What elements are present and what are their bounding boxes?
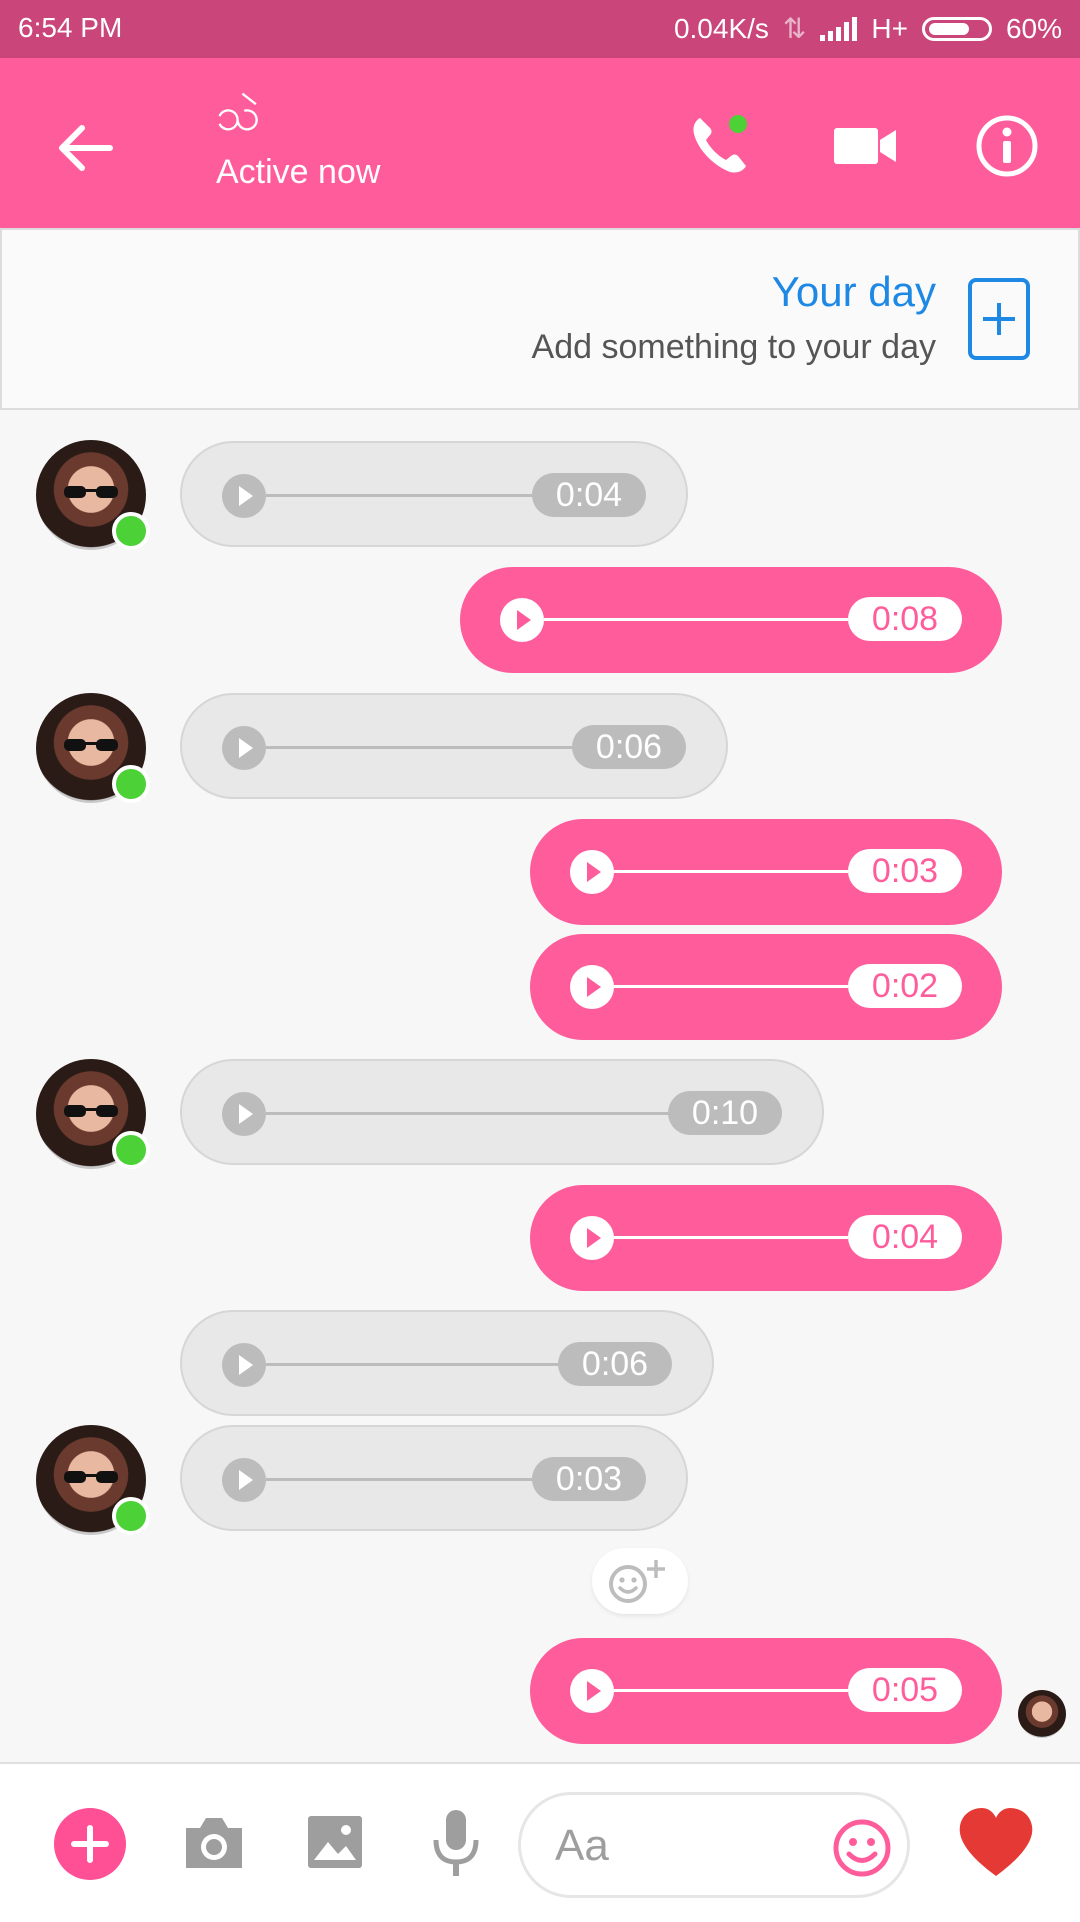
voice-message[interactable]: 0:05 <box>530 1638 1002 1744</box>
play-icon[interactable] <box>222 726 266 770</box>
data-arrows-icon: ⇅ <box>782 13 807 44</box>
online-indicator <box>112 765 150 803</box>
voice-message[interactable]: 0:04 <box>530 1185 1002 1291</box>
conversation-header: သဲ Active now <box>0 58 1080 228</box>
voice-duration: 0:06 <box>558 1342 672 1386</box>
audio-progress-track[interactable] <box>266 746 576 749</box>
audio-progress-track[interactable] <box>266 494 536 497</box>
emoji-icon[interactable] <box>831 1817 893 1879</box>
play-icon[interactable] <box>222 1343 266 1387</box>
audio-progress-track[interactable] <box>266 1363 562 1366</box>
info-icon[interactable] <box>974 113 1040 179</box>
audio-progress-track[interactable] <box>614 870 848 873</box>
status-time: 6:54 PM <box>18 12 123 43</box>
heart-icon[interactable] <box>956 1806 1036 1880</box>
more-actions-button[interactable] <box>54 1808 126 1880</box>
composer-bar: Aa <box>0 1762 1080 1922</box>
battery-level: 60% <box>1005 12 1062 44</box>
video-camera-icon[interactable] <box>832 116 898 176</box>
image-icon[interactable] <box>306 1812 364 1872</box>
voice-message[interactable]: 0:02 <box>530 934 1002 1040</box>
voice-duration: 0:04 <box>848 1215 962 1259</box>
voice-duration: 0:03 <box>848 849 962 893</box>
sunglasses-graphic <box>64 1105 118 1117</box>
voice-message[interactable]: 0:06 <box>180 1310 714 1416</box>
contact-avatar[interactable] <box>36 1425 150 1535</box>
voice-message[interactable]: 0:06 <box>180 693 728 799</box>
online-indicator <box>112 1131 150 1169</box>
voice-duration: 0:10 <box>668 1091 782 1135</box>
voice-duration: 0:08 <box>848 597 962 641</box>
play-icon[interactable] <box>222 474 266 518</box>
play-icon[interactable] <box>222 1092 266 1136</box>
voice-duration: 0:06 <box>572 725 686 769</box>
voice-duration: 0:02 <box>848 964 962 1008</box>
your-day-banner[interactable]: Your day Add something to your day <box>0 228 1080 410</box>
add-reaction-button[interactable] <box>592 1548 688 1614</box>
your-day-title[interactable]: Your day <box>772 268 936 316</box>
signal-icon <box>820 16 858 41</box>
voice-message[interactable]: 0:04 <box>180 441 688 547</box>
phone-icon[interactable] <box>686 110 756 180</box>
plus-icon <box>983 303 1015 335</box>
voice-message[interactable]: 0:08 <box>460 567 1002 673</box>
audio-progress-track[interactable] <box>614 1236 848 1239</box>
online-indicator <box>112 1497 150 1535</box>
plus-icon <box>71 1825 109 1863</box>
play-icon[interactable] <box>570 1669 614 1713</box>
microphone-icon[interactable] <box>430 1808 482 1880</box>
audio-progress-track[interactable] <box>266 1478 536 1481</box>
camera-icon[interactable] <box>182 1812 246 1874</box>
sunglasses-graphic <box>64 1471 118 1483</box>
online-indicator <box>112 512 150 550</box>
audio-progress-track[interactable] <box>544 618 848 621</box>
voice-duration: 0:04 <box>532 473 646 517</box>
status-bar: 6:54 PM 0.04K/s ⇅ H+ 60% <box>0 0 1080 58</box>
status-right: 0.04K/s ⇅ H+ 60% <box>674 12 1062 45</box>
play-icon[interactable] <box>570 850 614 894</box>
your-day-subtitle: Add something to your day <box>531 328 936 366</box>
contact-avatar[interactable] <box>36 693 150 803</box>
voice-duration: 0:03 <box>532 1457 646 1501</box>
voice-duration: 0:05 <box>848 1668 962 1712</box>
contact-avatar[interactable] <box>36 1059 150 1169</box>
network-speed: 0.04K/s <box>673 12 769 44</box>
battery-icon <box>921 16 992 41</box>
play-icon[interactable] <box>570 1216 614 1260</box>
voice-message[interactable]: 0:03 <box>530 819 1002 925</box>
add-story-button[interactable] <box>968 278 1030 360</box>
sunglasses-graphic <box>64 486 118 498</box>
voice-message[interactable]: 0:10 <box>180 1059 824 1165</box>
contact-name[interactable]: သဲ <box>216 86 260 153</box>
back-arrow-icon[interactable] <box>50 113 120 183</box>
play-icon[interactable] <box>500 598 544 642</box>
play-icon[interactable] <box>222 1458 266 1502</box>
audio-progress-track[interactable] <box>266 1112 672 1115</box>
message-input-placeholder: Aa <box>555 1821 609 1870</box>
contact-avatar[interactable] <box>36 440 150 550</box>
network-type: H+ <box>871 12 908 44</box>
message-input[interactable]: Aa <box>518 1792 910 1898</box>
voice-message[interactable]: 0:03 <box>180 1425 688 1531</box>
audio-progress-track[interactable] <box>614 1689 848 1692</box>
add-reaction-icon <box>609 1560 665 1603</box>
seen-avatar <box>1018 1690 1066 1738</box>
active-status: Active now <box>216 153 381 191</box>
audio-progress-track[interactable] <box>614 985 848 988</box>
play-icon[interactable] <box>570 965 614 1009</box>
sunglasses-graphic <box>64 739 118 751</box>
